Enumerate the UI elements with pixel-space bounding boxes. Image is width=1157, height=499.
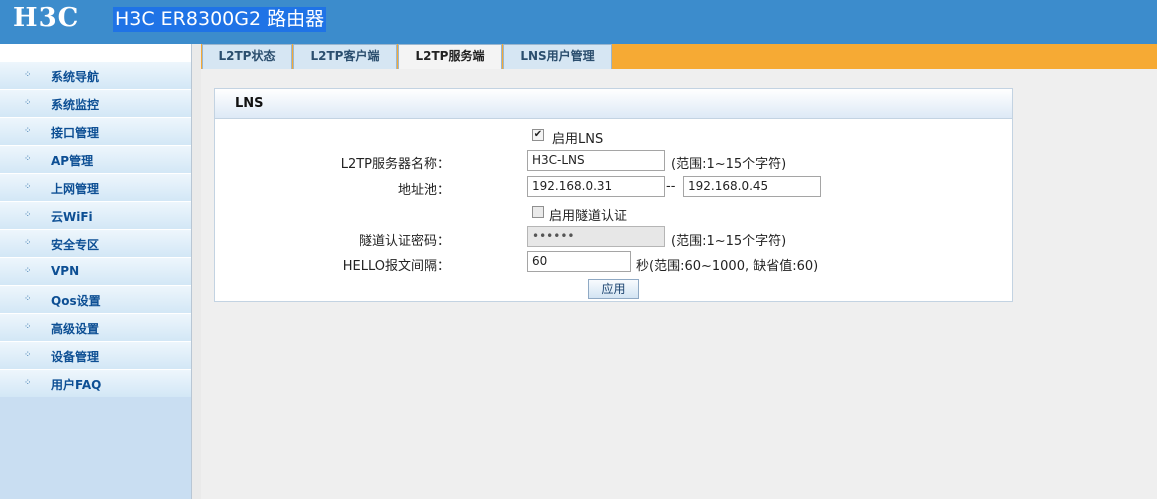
sidebar-item-label: VPN [51,264,80,278]
bullet-icon: ⁘ [24,98,32,108]
panel-header: LNS [215,89,1012,119]
tab-l2tp-client[interactable]: L2TP客户端 [293,44,397,69]
tab-l2tp-status[interactable]: L2TP状态 [202,44,292,69]
bullet-icon: ⁘ [24,322,32,332]
apply-button[interactable]: 应用 [588,279,639,299]
tunnel-auth-checkbox[interactable] [532,206,544,218]
sidebar-item-label: 云WiFi [51,210,93,224]
tab-bar: L2TP状态 L2TP客户端 L2TP服务端 LNS用户管理 [201,44,1157,69]
sidebar-item-system-navigation[interactable]: ⁘ 系统导航 [0,61,191,89]
bullet-icon: ⁘ [24,182,32,192]
page-title: H3C ER8300G2 路由器 [113,7,327,32]
hello-interval-label: HELLO报文间隔： [342,259,450,274]
sidebar-item-cloud-wifi[interactable]: ⁘ 云WiFi [0,201,191,229]
bullet-icon: ⁘ [24,238,32,248]
bullet-icon: ⁘ [24,210,32,220]
sidebar-item-label: 接口管理 [51,126,100,140]
server-name-input[interactable]: H3C-LNS [527,150,665,171]
sidebar-item-system-monitor[interactable]: ⁘ 系统监控 [0,89,191,117]
bullet-icon: ⁘ [24,154,32,164]
tunnel-password-hint: (范围:1~15个字符) [671,234,787,249]
bullet-icon: ⁘ [24,126,32,136]
hello-interval-hint: 秒(范围:60~1000, 缺省值:60) [636,259,819,274]
tab-lns-user-management[interactable]: LNS用户管理 [503,44,612,69]
bullet-icon: ⁘ [24,378,32,388]
sidebar-item-security[interactable]: ⁘ 安全专区 [0,229,191,257]
server-name-label: L2TP服务器名称： [340,157,450,172]
sidebar-item-label: 安全专区 [51,238,100,252]
sidebar-item-advanced-settings[interactable]: ⁘ 高级设置 [0,313,191,341]
tunnel-password-label: 隧道认证密码： [358,234,450,249]
sidebar-spacer [0,44,191,61]
sidebar-item-label: 高级设置 [51,322,100,336]
sidebar-nav: ⁘ 系统导航 ⁘ 系统监控 ⁘ 接口管理 ⁘ AP管理 ⁘ 上网管理 ⁘ 云WiFi ⁘ 安全… [0,44,191,499]
sidebar-item-label: Qos设置 [51,294,101,308]
sidebar-item-internet-management[interactable]: ⁘ 上网管理 [0,173,191,201]
tunnel-password-input[interactable]: •••••• [527,226,665,247]
sidebar-item-ap-management[interactable]: ⁘ AP管理 [0,145,191,173]
lns-panel: LNS ✔ 启用LNS L2TP服务器名称： H3C-LNS (范围:1~15个… [214,88,1013,302]
bullet-icon: ⁘ [24,294,32,304]
top-header: H3C H3C ER8300G2 路由器 [0,0,1157,44]
sidebar-item-label: 用户FAQ [51,378,102,392]
sidebar-item-user-faq[interactable]: ⁘ 用户FAQ [0,369,191,397]
sidebar-item-vpn[interactable]: ⁘ VPN [0,257,191,285]
sidebar-item-label: 上网管理 [51,182,100,196]
sidebar-divider [191,44,201,499]
bullet-icon: ⁘ [24,70,32,80]
address-pool-end-input[interactable]: 192.168.0.45 [683,176,821,197]
address-pool-separator: -- [666,179,676,194]
sidebar-item-interface-management[interactable]: ⁘ 接口管理 [0,117,191,145]
sidebar-item-label: 系统导航 [51,70,100,84]
tab-l2tp-server[interactable]: L2TP服务端 [398,44,502,69]
sidebar-item-label: 系统监控 [51,98,100,112]
address-pool-start-input[interactable]: 192.168.0.31 [527,176,665,197]
sidebar-item-device-management[interactable]: ⁘ 设备管理 [0,341,191,369]
hello-interval-input[interactable]: 60 [527,251,631,272]
bullet-icon: ⁘ [24,266,32,276]
sidebar-item-label: AP管理 [51,154,94,168]
enable-lns-checkbox[interactable]: ✔ [532,129,544,141]
tunnel-auth-label: 启用隧道认证 [549,209,628,224]
bullet-icon: ⁘ [24,350,32,360]
h3c-logo: H3C [13,3,80,33]
address-pool-label: 地址池： [397,183,450,198]
enable-lns-label: 启用LNS [552,132,604,147]
sidebar-item-label: 设备管理 [51,350,100,364]
panel-title: LNS [235,96,264,111]
sidebar-item-qos[interactable]: ⁘ Qos设置 [0,285,191,313]
main-content: LNS ✔ 启用LNS L2TP服务器名称： H3C-LNS (范围:1~15个… [201,69,1157,499]
server-name-hint: (范围:1~15个字符) [671,157,787,172]
